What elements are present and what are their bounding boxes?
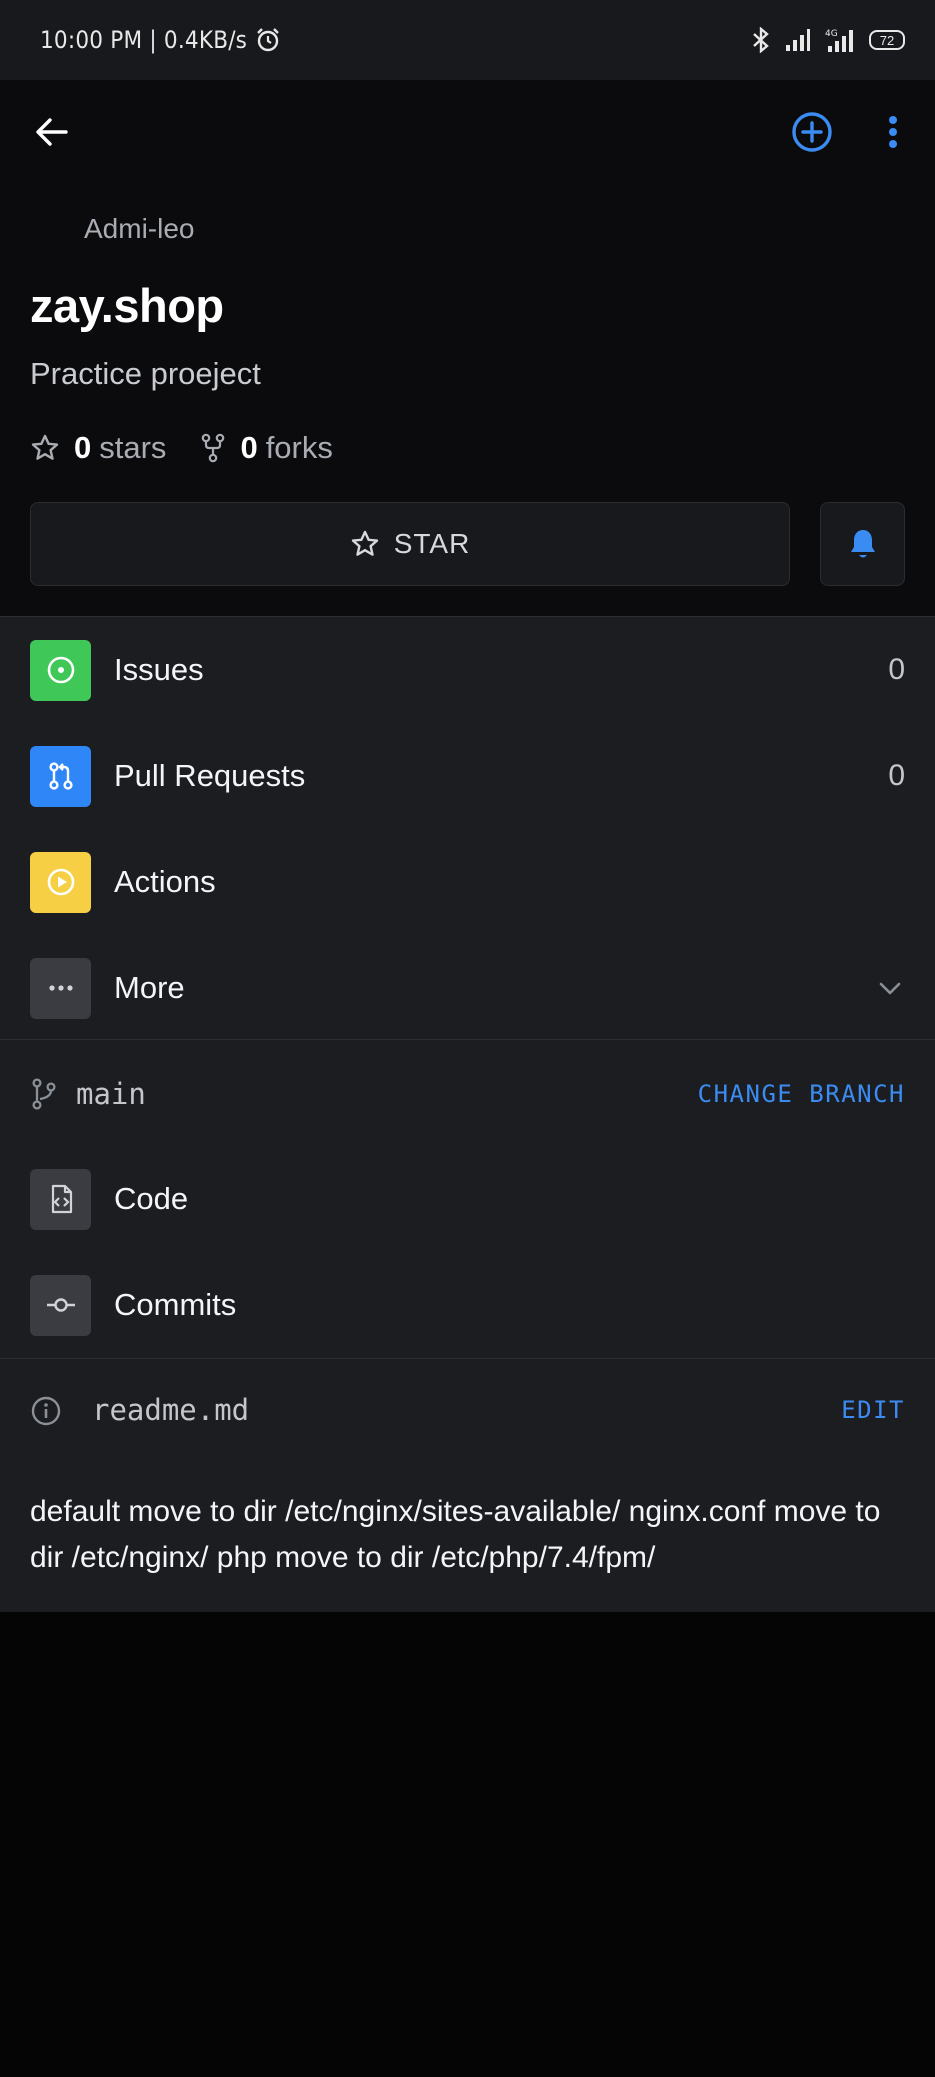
- readme-section: readme.md EDIT default move to dir /etc/…: [0, 1359, 935, 1612]
- signal-4g-icon: 4G: [825, 29, 853, 52]
- branch-name: main: [76, 1077, 146, 1111]
- issues-label: Issues: [114, 652, 204, 687]
- issue-icon: [47, 656, 74, 684]
- chevron-down-icon[interactable]: [877, 975, 903, 1001]
- pull-request-icon: [48, 762, 73, 790]
- bluetooth-icon: [753, 27, 769, 53]
- menu-item-more[interactable]: More: [0, 935, 935, 1041]
- star-outline-icon: [31, 434, 59, 460]
- more-label: More: [114, 970, 185, 1005]
- code-file-icon: [51, 1184, 72, 1214]
- stars-count: 0: [74, 430, 92, 465]
- pull-requests-tile: [30, 745, 91, 807]
- forks-label[interactable]: forks: [266, 430, 333, 466]
- bell-icon: [850, 530, 875, 558]
- info-icon: [31, 1396, 61, 1426]
- star-button[interactable]: STAR: [30, 502, 790, 586]
- svg-text:4G: 4G: [825, 29, 838, 39]
- play-icon: [47, 868, 74, 896]
- status-bar-right: 4G 72: [751, 27, 905, 53]
- readme-filename: readme.md: [92, 1393, 250, 1427]
- battery-icon: 72: [869, 30, 905, 50]
- code-item[interactable]: Code: [0, 1146, 935, 1252]
- pull-requests-count: 0: [888, 759, 905, 792]
- more-tile: [30, 957, 91, 1019]
- star-icon: [351, 530, 378, 556]
- status-time-speed: 10:00 PM | 0.4KB/s: [40, 26, 248, 54]
- commits-item[interactable]: Commits: [0, 1252, 935, 1358]
- status-bar: 10:00 PM | 0.4KB/s 4G 72: [0, 0, 935, 80]
- menu-item-pull-requests[interactable]: Pull Requests 0: [0, 723, 935, 829]
- repo-menu: Issues 0 Pull Requests 0 Actions More: [0, 617, 935, 1039]
- menu-item-actions[interactable]: Actions: [0, 829, 935, 935]
- signal-icon: [786, 29, 810, 51]
- repo-title: zay.shop: [30, 279, 224, 332]
- issues-tile: [30, 639, 91, 701]
- star-button-label: STAR: [393, 528, 471, 559]
- repo-stats: 0 stars 0 forks: [30, 430, 333, 466]
- more-options-icon[interactable]: [873, 110, 913, 154]
- commit-icon: [46, 1298, 75, 1312]
- app-bar: [0, 80, 935, 185]
- menu-item-issues[interactable]: Issues 0: [0, 617, 935, 723]
- change-branch-button[interactable]: CHANGE BRANCH: [698, 1080, 905, 1108]
- code-label: Code: [114, 1181, 189, 1216]
- branch-icon: [32, 1078, 56, 1110]
- repo-owner[interactable]: Admi-leo: [84, 213, 194, 245]
- commits-tile: [30, 1274, 91, 1336]
- battery-level: 72: [879, 32, 895, 48]
- actions-label: Actions: [114, 864, 216, 899]
- alarm-icon: [257, 28, 279, 52]
- code-section: main CHANGE BRANCH Code Commits: [0, 1040, 935, 1358]
- issues-count: 0: [888, 653, 905, 686]
- repo-description: Practice proeject: [30, 356, 261, 391]
- branch-row: main CHANGE BRANCH: [0, 1040, 935, 1150]
- status-bar-left: 10:00 PM | 0.4KB/s: [40, 26, 281, 54]
- pull-requests-label: Pull Requests: [114, 758, 306, 793]
- commits-label: Commits: [114, 1287, 237, 1322]
- back-arrow-icon[interactable]: [30, 110, 74, 154]
- ellipsis-icon: [48, 985, 73, 991]
- repo-header: Admi-leo zay.shop Practice proeject 0 st…: [0, 80, 935, 616]
- actions-tile: [30, 851, 91, 913]
- edit-readme-button[interactable]: EDIT: [841, 1396, 905, 1424]
- notifications-button[interactable]: [820, 502, 905, 586]
- add-icon[interactable]: [790, 110, 834, 154]
- forks-count: 0: [240, 430, 258, 465]
- fork-icon: [202, 433, 225, 463]
- stars-label[interactable]: stars: [99, 430, 166, 466]
- code-tile: [30, 1168, 91, 1230]
- readme-content: default move to dir /etc/nginx/sites-ava…: [30, 1495, 881, 1574]
